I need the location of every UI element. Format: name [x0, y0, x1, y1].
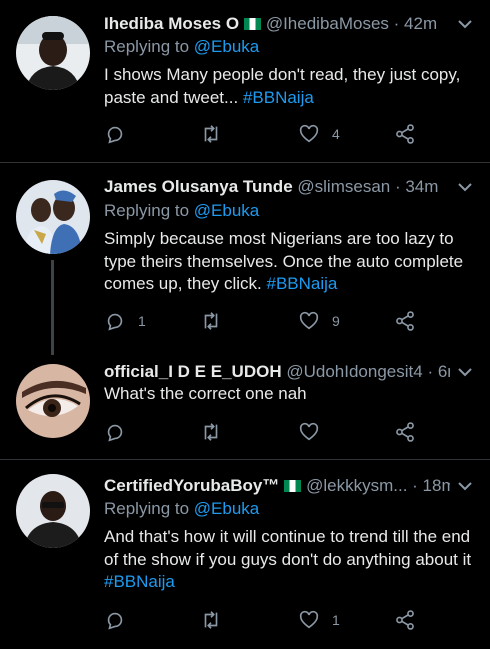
- tweet[interactable]: CertifiedYorubaBoy™ @lekkkysm... · 18m R…: [0, 460, 490, 649]
- retweet-icon: [204, 125, 218, 143]
- tweet-actions: 1: [104, 606, 434, 634]
- avatar[interactable]: [16, 16, 90, 90]
- like-count: 1: [332, 612, 340, 628]
- display-name[interactable]: official_I D E E_UDOH: [104, 362, 282, 381]
- nigeria-flag-icon: [244, 18, 262, 30]
- tweet-text: And that's how it will continue to trend…: [104, 527, 472, 592]
- display-name[interactable]: CertifiedYorubaBoy™: [104, 476, 279, 495]
- retweet-button[interactable]: [200, 418, 222, 446]
- chevron-down-icon[interactable]: [456, 477, 474, 495]
- timestamp[interactable]: · 42m: [394, 14, 437, 33]
- tweet[interactable]: official_I D E E_UDOH @UdohIdongesit4 · …: [0, 350, 490, 458]
- share-button[interactable]: [394, 606, 416, 634]
- mention-link[interactable]: @Ebuka: [194, 201, 259, 220]
- avatar[interactable]: [16, 474, 90, 548]
- chevron-down-icon[interactable]: [456, 363, 474, 381]
- user-handle[interactable]: @IhedibaMoses: [266, 14, 389, 33]
- timestamp[interactable]: · 6m: [427, 362, 450, 381]
- reply-icon: [107, 313, 123, 331]
- mention-link[interactable]: @Ebuka: [194, 37, 259, 56]
- avatar[interactable]: [16, 180, 90, 254]
- reply-icon: [107, 424, 123, 442]
- hashtag-link[interactable]: #BBNaija: [104, 572, 175, 591]
- tweet[interactable]: James Olusanya Tunde @slimsesan · 34m Re…: [0, 163, 490, 355]
- mention-link[interactable]: @Ebuka: [194, 499, 259, 518]
- retweet-icon: [204, 423, 218, 441]
- thread-line: [51, 260, 54, 355]
- avatar[interactable]: [16, 364, 90, 438]
- timestamp[interactable]: · 18m: [412, 476, 450, 495]
- tweet-actions: 1 9: [104, 307, 434, 335]
- reply-icon: [107, 126, 123, 144]
- like-count: 4: [332, 126, 340, 142]
- share-icon: [396, 124, 414, 144]
- tweet-actions: 4: [104, 120, 434, 148]
- timestamp[interactable]: · 34m: [395, 177, 438, 196]
- reply-button[interactable]: 1: [104, 307, 146, 335]
- tweet-actions: [104, 418, 434, 446]
- replying-to: Replying to @Ebuka: [104, 499, 260, 518]
- retweet-button[interactable]: [200, 307, 222, 335]
- retweet-button[interactable]: [200, 606, 222, 634]
- like-count: 9: [332, 313, 340, 329]
- share-icon: [396, 311, 414, 331]
- display-name[interactable]: James Olusanya Tunde: [104, 177, 293, 196]
- hashtag-link[interactable]: #BBNaija: [267, 274, 338, 293]
- heart-icon: [299, 610, 319, 629]
- reply-icon: [107, 612, 123, 630]
- replying-to: Replying to @Ebuka: [104, 37, 260, 56]
- share-icon: [396, 610, 414, 630]
- reply-button[interactable]: [104, 606, 138, 634]
- tweet-header: official_I D E E_UDOH @UdohIdongesit4 · …: [104, 360, 450, 384]
- user-handle[interactable]: @slimsesan: [297, 177, 390, 196]
- like-button[interactable]: [298, 418, 332, 446]
- user-handle[interactable]: @UdohIdongesit4: [286, 362, 422, 381]
- share-button[interactable]: [394, 120, 416, 148]
- tweet-header: CertifiedYorubaBoy™ @lekkkysm... · 18m: [104, 474, 450, 498]
- user-handle[interactable]: @lekkkysm...: [306, 476, 407, 495]
- reply-button[interactable]: [104, 418, 138, 446]
- chevron-down-icon[interactable]: [456, 15, 474, 33]
- display-name[interactable]: Ihediba Moses O: [104, 14, 239, 33]
- tweet-header: James Olusanya Tunde @slimsesan · 34m: [104, 175, 450, 199]
- like-button[interactable]: 4: [298, 120, 340, 148]
- heart-icon: [299, 124, 319, 143]
- heart-icon: [299, 422, 319, 441]
- retweet-button[interactable]: [200, 120, 222, 148]
- heart-icon: [299, 311, 319, 330]
- like-button[interactable]: 1: [298, 606, 340, 634]
- reply-count: 1: [138, 313, 146, 329]
- chevron-down-icon[interactable]: [456, 178, 474, 196]
- tweet-text: I shows Many people don't read, they jus…: [104, 65, 461, 107]
- reply-button[interactable]: [104, 120, 138, 148]
- tweet-text: Simply because most Nigerians are too la…: [104, 229, 464, 294]
- nigeria-flag-icon: [284, 480, 302, 492]
- share-button[interactable]: [394, 418, 416, 446]
- hashtag-link[interactable]: #BBNaija: [243, 88, 314, 107]
- retweet-icon: [204, 312, 218, 330]
- tweet[interactable]: Ihediba Moses O @IhedibaMoses · 42m Repl…: [0, 0, 490, 162]
- tweet-header: Ihediba Moses O @IhedibaMoses · 42m: [104, 12, 450, 36]
- tweet-text: What's the correct one nah: [104, 384, 307, 403]
- replying-to: Replying to @Ebuka: [104, 201, 260, 220]
- like-button[interactable]: 9: [298, 307, 340, 335]
- retweet-icon: [204, 611, 218, 629]
- share-icon: [396, 422, 414, 442]
- share-button[interactable]: [394, 307, 416, 335]
